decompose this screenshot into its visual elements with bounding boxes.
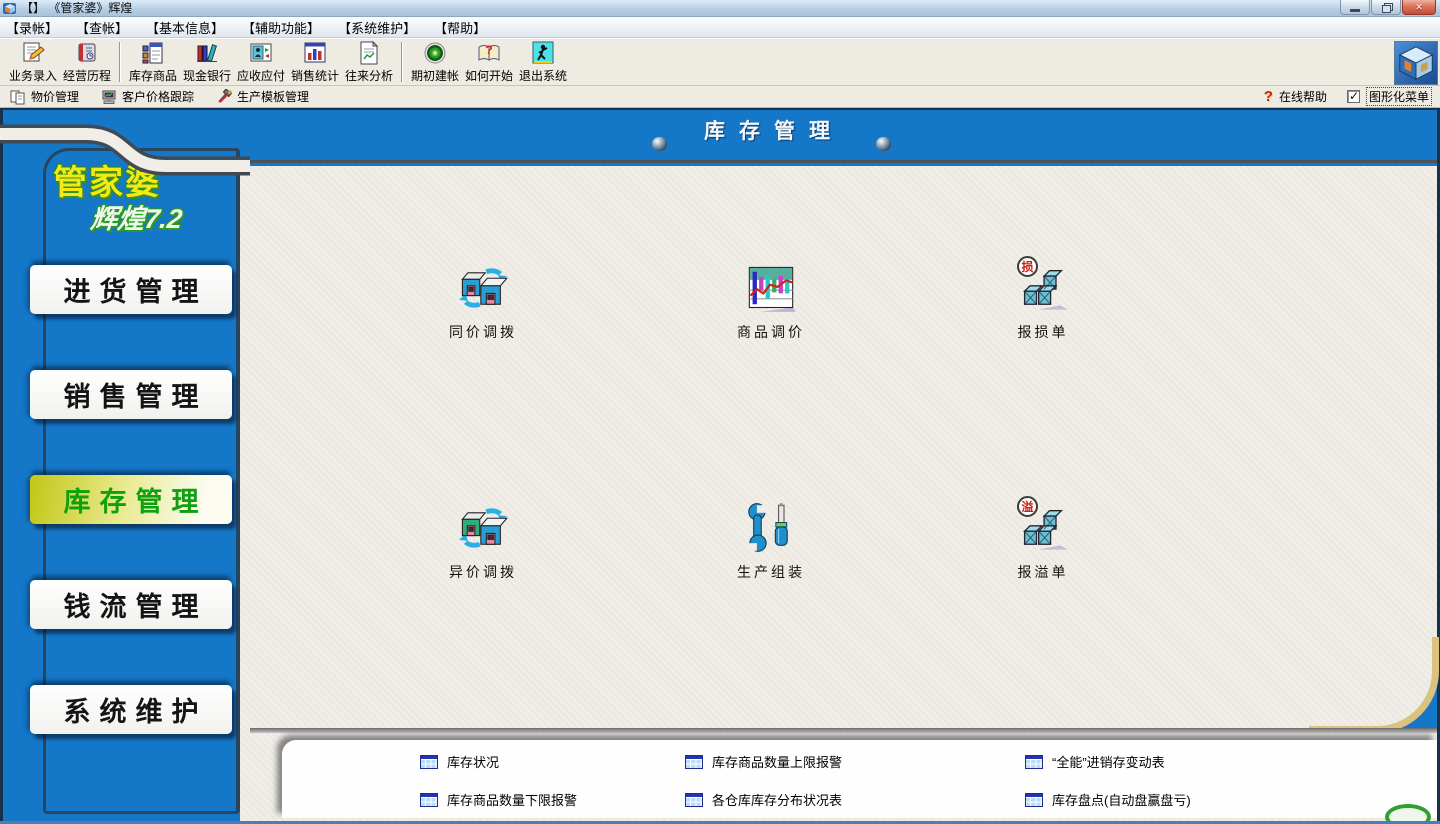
menu-bar: 【录帐】 【查帐】 【基本信息】 【辅助功能】 【系统维护】 【帮助】 — [0, 17, 1440, 38]
toolbar-business-entry[interactable]: 业务录入 — [6, 40, 60, 84]
sidebar-item-sales-management[interactable]: 销售管理 — [30, 370, 232, 419]
menu-item-help[interactable]: 【帮助】 — [434, 18, 486, 37]
tile-overflow-report[interactable]: 溢 报溢单 — [963, 502, 1123, 602]
tile-diff-price-transfer[interactable]: 异价调拨 — [403, 502, 563, 602]
toolbar-initial-setup[interactable]: 期初建帐 — [408, 40, 462, 84]
content-header-band: 库存管理 — [240, 111, 1437, 163]
receivable-payable-icon — [248, 40, 274, 66]
tile-goods-price-adjust[interactable]: 商品调价 — [691, 262, 851, 362]
business-entry-icon — [20, 40, 46, 66]
sphere-bullet-icon — [876, 137, 891, 151]
menu-item-query[interactable]: 【查帐】 — [76, 18, 128, 37]
help-icon: ? — [1264, 88, 1273, 105]
content-paper: 同价调拨 商品调价 — [240, 166, 1437, 731]
initial-setup-icon — [422, 40, 448, 66]
table-icon — [685, 793, 703, 807]
restore-button[interactable] — [1371, 0, 1401, 15]
close-button[interactable]: ✕ — [1402, 0, 1436, 15]
menu-item-basic-info[interactable]: 【基本信息】 — [146, 18, 224, 37]
menu-item-record[interactable]: 【录帐】 — [6, 18, 58, 37]
warehouse-transfer-diff-price-icon — [457, 502, 509, 554]
page-title: 库存管理 — [617, 115, 917, 145]
main-area: 库存管理 同价调拨 — [0, 108, 1440, 824]
report-link-inventory-status[interactable]: 库存状况 — [420, 752, 499, 771]
sidebar-item-purchase-management[interactable]: 进货管理 — [30, 265, 232, 314]
minimize-button[interactable] — [1340, 0, 1370, 15]
toolbar-cash-bank[interactable]: 现金银行 — [180, 40, 234, 84]
sidebar: 管家婆 辉煌7.2 进货管理 销售管理 库存管理 钱流管理 系统维护 — [3, 111, 240, 820]
graphical-menu-label[interactable]: 图形化菜单 — [1366, 87, 1432, 106]
title-bar: 【】 《管家婆》辉煌 ✕ — [0, 0, 1440, 17]
report-link-stocktaking[interactable]: 库存盘点(自动盘赢盘亏) — [1025, 790, 1191, 809]
secondary-toolbar: 物价管理 客户价格跟踪 生产模板管理 ? 在线帮助 图形化菜单 — [0, 86, 1440, 108]
table-icon — [420, 755, 438, 769]
assembly-tools-icon — [745, 502, 797, 554]
app-icon — [3, 2, 17, 15]
graphical-menu-checkbox[interactable] — [1347, 90, 1360, 103]
toolbar-customer-price-tracking[interactable]: 客户价格跟踪 — [101, 88, 194, 105]
sales-stats-icon — [302, 40, 328, 66]
sidebar-item-cashflow-management[interactable]: 钱流管理 — [30, 580, 232, 629]
price-adjust-chart-icon — [745, 262, 797, 314]
tile-loss-report[interactable]: 损 报损单 — [963, 262, 1123, 362]
toolbar-transaction-analysis[interactable]: 往来分析 — [342, 40, 396, 84]
close-icon: ✕ — [1415, 2, 1423, 13]
reports-panel: 库存状况 库存商品数量上限报警 “全能”进销存变动表 库存商品数量下限报警 各仓… — [282, 740, 1437, 818]
table-icon — [685, 755, 703, 769]
menu-item-aux-functions[interactable]: 【辅助功能】 — [242, 18, 320, 37]
customer-price-tracking-icon — [101, 89, 117, 105]
brand-cube-icon — [1394, 41, 1438, 85]
toolbar-how-to-start[interactable]: ? 如何开始 — [462, 40, 516, 84]
main-toolbar: 业务录入 经营历程 库存商品 现金银行 应收应付 销售统计 往来分析 — [0, 38, 1440, 86]
table-icon — [420, 793, 438, 807]
toolbar-price-management[interactable]: 物价管理 — [10, 88, 79, 105]
loss-badge: 损 — [1017, 256, 1038, 277]
toolbar-inventory-goods[interactable]: 库存商品 — [126, 40, 180, 84]
price-management-icon — [10, 89, 26, 105]
report-link-warehouse-distribution[interactable]: 各仓库库存分布状况表 — [685, 790, 842, 809]
svg-text:?: ? — [485, 43, 492, 57]
toolbar-business-history[interactable]: 经营历程 — [60, 40, 114, 84]
toolbar-receivable-payable[interactable]: 应收应付 — [234, 40, 288, 84]
warehouse-transfer-same-price-icon — [457, 262, 509, 314]
exit-system-icon — [530, 40, 556, 66]
window-title: 【】 《管家婆》辉煌 — [21, 0, 132, 16]
toolbar-production-template[interactable]: 生产模板管理 — [216, 88, 309, 105]
tile-production-assembly[interactable]: 生产组装 — [691, 502, 851, 602]
menu-item-system-maintenance[interactable]: 【系统维护】 — [338, 18, 416, 37]
production-template-icon — [216, 89, 232, 105]
minimize-icon — [1350, 9, 1360, 12]
toolbar-separator — [119, 42, 121, 82]
tile-same-price-transfer[interactable]: 同价调拨 — [403, 262, 563, 362]
online-help-link[interactable]: 在线帮助 — [1279, 88, 1327, 105]
table-icon — [1025, 793, 1043, 807]
report-link-almighty-change-table[interactable]: “全能”进销存变动表 — [1025, 752, 1165, 771]
restore-icon — [1382, 3, 1391, 11]
toolbar-sales-stats[interactable]: 销售统计 — [288, 40, 342, 84]
inventory-goods-icon — [140, 40, 166, 66]
sidebar-item-inventory-management[interactable]: 库存管理 — [30, 475, 232, 524]
table-icon — [1025, 755, 1043, 769]
app-window: 【】 《管家婆》辉煌 ✕ 【录帐】 【查帐】 【基本信息】 【辅助功能】 【系统… — [0, 0, 1440, 824]
transaction-analysis-icon — [356, 40, 382, 66]
report-link-lower-limit-alert[interactable]: 库存商品数量下限报警 — [420, 790, 577, 809]
sidebar-item-system-maintenance[interactable]: 系统维护 — [30, 685, 232, 734]
horizontal-divider — [250, 728, 1437, 733]
cash-bank-icon — [194, 40, 220, 66]
brand-version-text: 辉煌7.2 — [89, 197, 185, 236]
report-link-upper-limit-alert[interactable]: 库存商品数量上限报警 — [685, 752, 842, 771]
toolbar-exit-system[interactable]: 退出系统 — [516, 40, 570, 84]
business-history-icon — [74, 40, 100, 66]
toolbar-separator — [401, 42, 403, 82]
overflow-badge: 溢 — [1017, 496, 1038, 517]
how-to-start-icon: ? — [476, 40, 502, 66]
